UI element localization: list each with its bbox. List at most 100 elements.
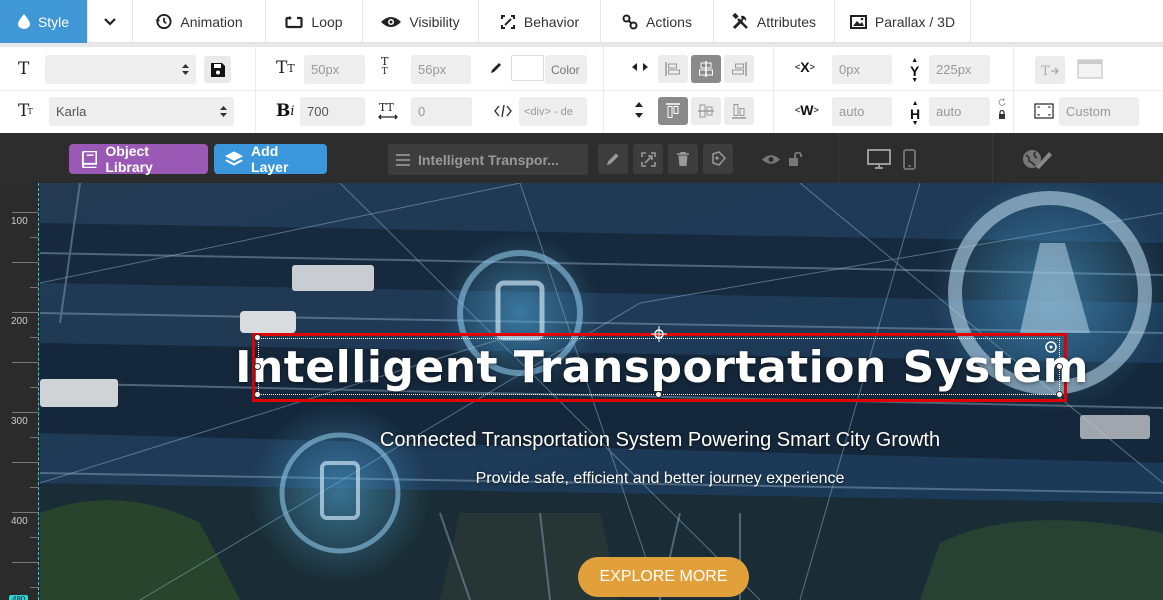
bold-glyph: B (276, 101, 291, 121)
object-library-button[interactable]: Object Library (69, 143, 208, 175)
svg-text:T: T (1041, 64, 1050, 77)
layer-name: Intelligent Transpor... (418, 151, 559, 168)
image-icon (849, 14, 867, 29)
height-label: ▲ H ▼ (910, 100, 921, 127)
unlock-icon (789, 152, 802, 166)
ruler-tick (30, 487, 38, 488)
ruler-label: 100 (11, 216, 28, 227)
tab-visibility[interactable]: Visibility (363, 0, 479, 43)
align-middle-button[interactable] (691, 97, 721, 125)
tab-label: Behavior (523, 13, 580, 30)
tab-attributes[interactable]: Attributes (714, 0, 835, 43)
font-weight-icon: Bi (276, 101, 295, 121)
behavior-icon (500, 14, 515, 29)
font-weight-select[interactable]: 700 (300, 97, 365, 126)
height-input[interactable]: auto (929, 97, 990, 126)
html-tag-select[interactable]: <div> - de (519, 97, 587, 126)
ruler-tick (30, 537, 38, 538)
resize-handle-top-left[interactable] (254, 334, 261, 341)
tagline-layer[interactable]: Provide safe, efficient and better journ… (260, 470, 1060, 488)
align-right-button[interactable] (724, 55, 754, 83)
align-left-icon (665, 62, 680, 76)
explore-more-button[interactable]: EXPLORE MORE (578, 557, 749, 597)
tab-behavior[interactable]: Behavior (479, 0, 601, 43)
visibility-toggle[interactable] (760, 144, 782, 174)
desktop-view-button[interactable] (866, 144, 892, 174)
resize-handle-middle-right[interactable] (1056, 363, 1063, 370)
bar-divider (992, 133, 993, 183)
save-preset-button[interactable] (204, 56, 231, 83)
slide-canvas[interactable]: 100 200 300 400 480 Intelligent Transpor… (0, 183, 1163, 600)
duplicate-icon (640, 151, 656, 167)
edit-layer-button[interactable] (598, 144, 628, 174)
headline-layer[interactable]: Intelligent Transportation System (235, 337, 1088, 397)
y-position-input[interactable]: 225px (929, 55, 990, 84)
text-transform-button[interactable]: T (1035, 56, 1065, 84)
tab-style[interactable]: Style (0, 0, 88, 43)
tab-actions[interactable]: Actions (601, 0, 714, 43)
font-family-select[interactable]: Karla (49, 97, 234, 126)
align-top-button[interactable] (658, 97, 688, 125)
tab-label: Attributes (756, 13, 817, 30)
floppy-disk-icon (210, 62, 225, 77)
pencil-icon (607, 153, 619, 165)
menu-icon (388, 153, 418, 166)
tab-label: Style (37, 13, 70, 30)
rotate-handle-icon[interactable] (651, 326, 667, 342)
layers-icon (225, 150, 244, 166)
resize-handle-bottom-left[interactable] (254, 391, 261, 398)
loop-icon (285, 14, 304, 28)
resize-handle-bottom-right[interactable] (1056, 391, 1063, 398)
align-left-button[interactable] (658, 55, 688, 83)
tab-label: Actions (646, 13, 692, 30)
y-label: Y (910, 63, 920, 79)
font-size-input[interactable]: 50px (304, 55, 365, 84)
tab-parallax-3d[interactable]: Parallax / 3D (835, 0, 971, 43)
ruler-label: 400 (11, 516, 28, 527)
reset-icon[interactable] (998, 98, 1006, 106)
delete-layer-button[interactable] (668, 144, 698, 174)
resize-handle-middle-left[interactable] (254, 363, 261, 370)
align-bottom-button[interactable] (724, 97, 754, 125)
slide-stage[interactable]: Intelligent Transportation System Connec… (40, 183, 1163, 600)
align-center-button[interactable] (691, 55, 721, 83)
lock-icon[interactable] (998, 110, 1006, 119)
x-position-label: < X > (795, 59, 815, 75)
color-swatch[interactable] (511, 55, 544, 81)
letter-spacing-input[interactable]: 0 (411, 97, 472, 126)
rotate-corner-icon[interactable] (1044, 340, 1058, 354)
layer-select[interactable]: Intelligent Transpor... (388, 144, 588, 175)
ruler-tick (12, 562, 38, 563)
ruler-tick (30, 237, 38, 238)
resize-handle-bottom-center[interactable] (655, 391, 662, 398)
preset-select[interactable] (45, 55, 196, 84)
updown-icon (182, 64, 189, 75)
tab-animation[interactable]: Animation (133, 0, 266, 43)
duplicate-layer-button[interactable] (633, 144, 663, 174)
align-bottom-icon (732, 104, 746, 119)
line-height-input[interactable]: 56px (411, 55, 471, 84)
add-layer-button[interactable]: Add Layer (214, 143, 327, 175)
y-position-label: ▲ Y ▼ (910, 57, 920, 84)
color-label[interactable]: Color (545, 55, 587, 84)
subtitle-layer[interactable]: Connected Transportation System Powering… (260, 429, 1060, 452)
size-preset-select[interactable]: Custom (1059, 97, 1139, 126)
lock-toggle[interactable] (787, 144, 807, 174)
overflow-toggle[interactable] (1077, 59, 1103, 79)
h-label: H (910, 106, 921, 122)
svg-text:TT: TT (379, 101, 395, 114)
ruler-tick (30, 437, 38, 438)
ruler-tick (12, 512, 38, 513)
letter-spacing-icon: TT (378, 100, 398, 122)
layer-style-button[interactable] (703, 144, 733, 174)
x-position-input[interactable]: 0px (832, 55, 892, 84)
mobile-icon (902, 148, 916, 170)
tab-loop[interactable]: Loop (266, 0, 363, 43)
mobile-view-button[interactable] (900, 144, 918, 174)
width-input[interactable]: auto (832, 97, 892, 126)
global-style-button[interactable] (1020, 144, 1054, 174)
tab-dropdown[interactable] (88, 0, 133, 43)
align-middle-icon (698, 104, 714, 118)
layer-toolbar: Object Library Add Layer Intelligent Tra… (0, 133, 1163, 183)
window-icon (1077, 59, 1103, 79)
